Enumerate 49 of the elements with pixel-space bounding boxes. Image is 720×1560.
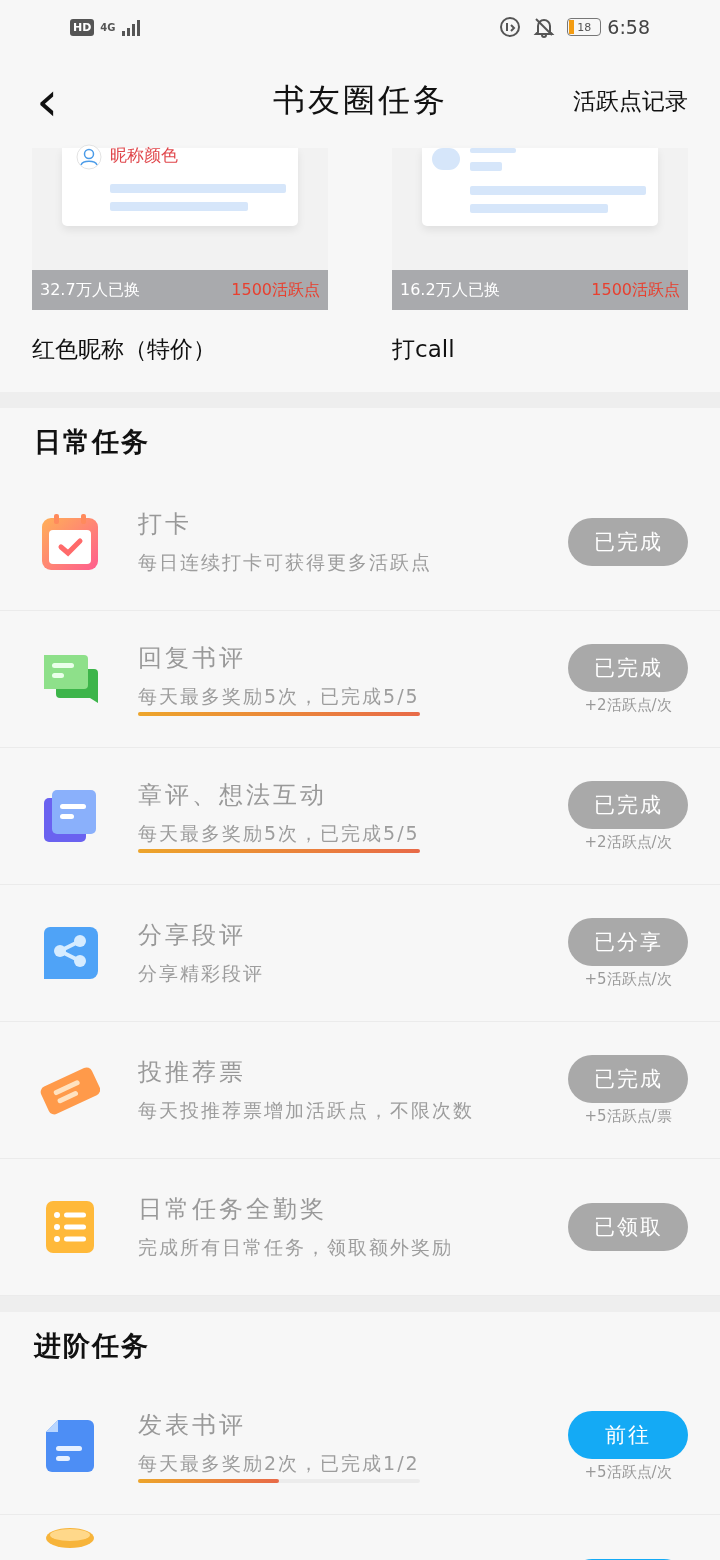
reward-text: +5活跃点/次 — [584, 969, 672, 989]
reward-name[interactable]: 打call — [392, 334, 688, 365]
task-title: 回复书评 — [138, 643, 247, 674]
back-button[interactable]: ‹ — [32, 73, 63, 129]
task-button[interactable]: 已分享 — [568, 917, 688, 966]
task-title: 投推荐票 — [138, 1057, 247, 1088]
network-label: 4G — [100, 21, 116, 33]
task-description: 分享精彩段评 — [138, 961, 265, 986]
reward-text: +2活跃点/次 — [584, 832, 672, 852]
task-description: 每日连续打卡可获得更多活跃点 — [138, 550, 433, 575]
battery-text: 18 — [577, 20, 592, 34]
task-description: 每天最多奖励2次，已完成1/2 — [138, 1451, 420, 1476]
text-line-placeholder — [470, 162, 502, 171]
reward-text: +2活跃点/次 — [584, 695, 672, 715]
muted-bell-icon — [533, 16, 556, 38]
nickname-color-text: 昵称颜色 — [110, 144, 178, 167]
task-button[interactable]: 已完成 — [568, 780, 688, 829]
task-description: 每天最多奖励5次，已完成5/5 — [138, 821, 420, 846]
task-title: 日常任务全勤奖 — [138, 1194, 328, 1225]
reward-text: +5活跃点/票 — [584, 1106, 672, 1126]
task-title: 分享段评 — [138, 920, 247, 951]
section-title: 日常任务 — [33, 425, 151, 459]
page-title: 书友圈任务 — [272, 80, 448, 121]
task-button[interactable]: 已完成 — [568, 1054, 688, 1103]
text-line-placeholder — [470, 148, 516, 153]
task-title: 章评、想法互动 — [138, 780, 328, 811]
battery-level-bar — [569, 20, 575, 34]
task-title: 发表书评 — [138, 1410, 247, 1441]
clock-time: 6:58 — [607, 16, 650, 38]
task-description: 每天投推荐票增加活跃点，不限次数 — [138, 1098, 475, 1123]
reward-name[interactable]: 红色昵称（特价） — [32, 334, 328, 365]
hd-badge: HD — [70, 18, 95, 36]
exchange-count: 32.7万人已换 — [40, 279, 140, 301]
task-button[interactable]: 已领取 — [568, 1203, 688, 1251]
avatar-placeholder — [432, 148, 460, 170]
exchange-count: 16.2万人已换 — [400, 279, 500, 301]
price-text: 1500活跃点 — [591, 279, 680, 301]
task-title: 打卡 — [138, 509, 193, 540]
reward-text: +5活跃点/次 — [584, 1462, 672, 1482]
calendar-icon — [40, 512, 100, 572]
task-description: 完成所有日常任务，领取额外奖励 — [138, 1235, 454, 1260]
price-text: 1500活跃点 — [231, 279, 320, 301]
task-button[interactable]: 已完成 — [568, 518, 688, 566]
task-description: 每天最多奖励5次，已完成5/5 — [138, 684, 420, 709]
task-button[interactable]: 前往 — [568, 1410, 688, 1459]
data-saver-icon — [499, 16, 522, 38]
task-button[interactable]: 已完成 — [568, 643, 688, 692]
section-title: 进阶任务 — [32, 1329, 151, 1363]
activity-record-link[interactable]: 活跃点记录 — [573, 85, 688, 117]
